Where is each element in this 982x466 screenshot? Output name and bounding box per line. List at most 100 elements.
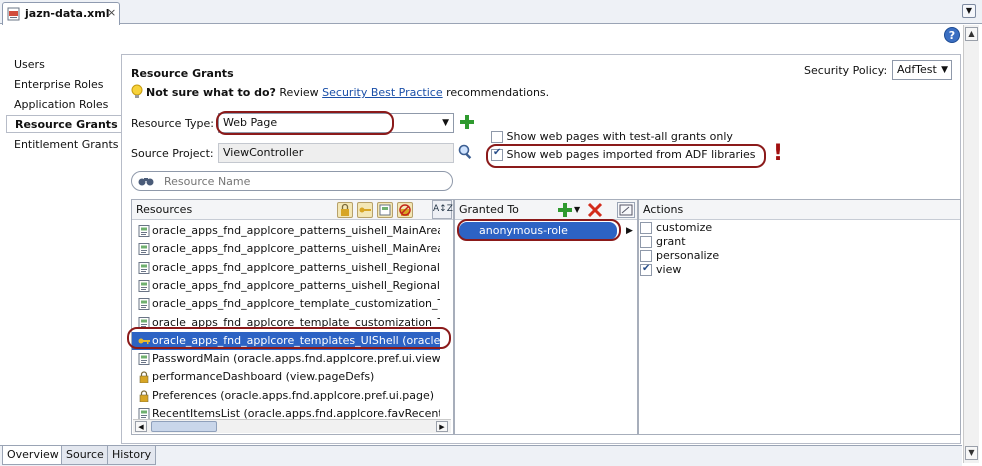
lock-icon	[138, 390, 150, 402]
resource-row[interactable]: oracle_apps_fnd_applcore_template_custom…	[132, 295, 440, 313]
page-icon	[138, 298, 150, 311]
scroll-thumb[interactable]	[151, 421, 217, 432]
selected-resource-highlight	[127, 327, 451, 349]
resource-row-label: Preferences (oracle.apps.fnd.applcore.pr…	[152, 388, 435, 402]
action-checkbox[interactable]	[640, 236, 652, 248]
editor-tab-jazn-data[interactable]: jazn-data.xml ×	[2, 2, 120, 25]
search-icon[interactable]	[458, 144, 474, 160]
scroll-down-icon[interactable]: ▼	[965, 446, 978, 460]
action-label: grant	[656, 235, 686, 248]
binoculars-icon	[138, 178, 154, 186]
resource-row-label: performanceDashboard (view.pageDefs)	[152, 370, 375, 384]
no-grant-filter-icon[interactable]	[397, 202, 413, 218]
security-best-practice-link[interactable]: Security Best Practice	[322, 86, 442, 99]
grantee-highlight	[457, 219, 621, 241]
action-row[interactable]: view	[639, 263, 939, 277]
security-policy-select[interactable]: AdfTest ▼	[892, 60, 952, 80]
actions-header: Actions	[639, 200, 960, 220]
resources-header-label: Resources	[136, 203, 193, 216]
nav-item-entitlement-grants[interactable]: Entitlement Grants	[6, 136, 122, 154]
lightbulb-icon	[131, 84, 143, 98]
xml-file-icon	[7, 7, 20, 21]
granted-to-header: Granted To ▼	[455, 200, 637, 220]
tab-list-menu-icon[interactable]: ▼	[962, 4, 976, 18]
source-project-label: Source Project:	[131, 147, 214, 160]
chevron-down-icon: ▼	[442, 118, 449, 128]
resource-row-label: oracle_apps_fnd_applcore_template_custom…	[152, 297, 440, 311]
resources-header: Resources	[132, 200, 453, 220]
nav-item-enterprise-roles[interactable]: Enterprise Roles	[6, 76, 122, 94]
page-icon	[138, 225, 150, 237]
remove-grantee-icon[interactable]	[587, 202, 603, 218]
help-bar	[0, 25, 962, 45]
resource-grants-content: Resource Grants Not sure what to do? Rev…	[121, 54, 961, 444]
tab-overview[interactable]: Overview	[2, 446, 64, 465]
editor-bottom-tabs: Overview Source History	[0, 445, 962, 466]
hint-bold: Not sure what to do?	[146, 86, 276, 99]
resource-row[interactable]: oracle_apps_fnd_applcore_patterns_uishel…	[132, 277, 440, 295]
resource-row[interactable]: oracle_apps_fnd_applcore_patterns_uishel…	[132, 240, 440, 258]
vertical-scrollbar[interactable]: ▲ ▼	[963, 25, 979, 463]
adf-libraries-highlight	[486, 144, 766, 168]
resource-row-label: oracle_apps_fnd_applcore_patterns_uishel…	[152, 278, 440, 292]
action-label: view	[656, 263, 682, 276]
granted-to-header-label: Granted To	[459, 203, 519, 216]
page-filter-icon[interactable]	[377, 202, 393, 218]
add-grantee-icon[interactable]	[557, 202, 573, 218]
resource-row-label: oracle_apps_fnd_applcore_patterns_uishel…	[152, 242, 440, 256]
action-row[interactable]: customize	[639, 221, 939, 235]
action-checkbox[interactable]	[640, 263, 652, 276]
scroll-right-icon[interactable]: ▶	[436, 421, 448, 432]
left-navigation: Users Enterprise Roles Application Roles…	[6, 52, 124, 444]
action-checkbox[interactable]	[640, 250, 652, 262]
test-all-grants-checkbox[interactable]	[491, 131, 503, 143]
actions-header-label: Actions	[643, 203, 684, 216]
action-label: customize	[656, 221, 713, 234]
action-row[interactable]: personalize	[639, 249, 939, 263]
security-policy-value: AdfTest	[897, 63, 937, 76]
resource-name-search[interactable]	[131, 171, 453, 191]
tab-history[interactable]: History	[107, 446, 157, 465]
chevron-down-icon[interactable]: ▼	[574, 200, 580, 220]
lock-icon	[138, 371, 150, 384]
editor-tab-label: jazn-data.xml	[25, 7, 110, 20]
resource-row[interactable]: performanceDashboard (view.pageDefs)	[132, 368, 440, 386]
resource-name-input[interactable]	[162, 173, 442, 189]
nav-item-users[interactable]: Users	[6, 56, 122, 74]
scroll-up-icon[interactable]: ▲	[965, 27, 978, 41]
resources-hscrollbar[interactable]: ◀ ▶	[133, 419, 451, 433]
sort-az-icon[interactable]: A↕Z	[432, 200, 453, 219]
resource-row-label: PasswordMain (oracle.apps.fnd.applcore.p…	[152, 352, 440, 366]
page-icon	[138, 353, 150, 366]
security-policy-label: Security Policy:	[804, 64, 888, 77]
resource-type-highlight	[216, 111, 394, 135]
help-icon[interactable]: ?	[944, 27, 960, 43]
test-all-grants-label: Show web pages with test-all grants only	[506, 130, 733, 143]
resource-row[interactable]: oracle_apps_fnd_applcore_patterns_uishel…	[132, 259, 440, 277]
expand-panel-icon[interactable]	[617, 202, 635, 218]
scroll-left-icon[interactable]: ◀	[135, 421, 147, 432]
source-project-field: ViewController	[218, 143, 454, 163]
resource-type-label: Resource Type:	[131, 117, 214, 130]
editor-tabstrip	[0, 0, 982, 24]
nav-item-application-roles[interactable]: Application Roles	[6, 96, 122, 114]
resource-row[interactable]: PasswordMain (oracle.apps.fnd.applcore.p…	[132, 350, 440, 368]
action-checkbox[interactable]	[640, 222, 652, 234]
test-all-grants-option[interactable]: Show web pages with test-all grants only	[491, 130, 733, 143]
lock-filter-icon[interactable]	[337, 202, 353, 218]
hint-post: recommendations.	[446, 86, 550, 99]
resource-row[interactable]: oracle_apps_fnd_applcore_patterns_uishel…	[132, 222, 440, 240]
page-icon	[138, 279, 150, 292]
page-title: Resource Grants	[131, 67, 234, 80]
add-resource-icon[interactable]	[459, 114, 475, 130]
chevron-right-icon: ▶	[626, 226, 633, 236]
resource-row-label: oracle_apps_fnd_applcore_patterns_uishel…	[152, 224, 440, 237]
nav-item-resource-grants[interactable]: Resource Grants	[6, 115, 124, 133]
hint-pre: Review	[279, 86, 319, 99]
key-filter-icon[interactable]	[357, 202, 373, 218]
tab-source[interactable]: Source	[61, 446, 109, 465]
close-tab-icon[interactable]: ×	[107, 6, 116, 19]
action-row[interactable]: grant	[639, 235, 939, 249]
page-icon	[138, 261, 150, 274]
resource-row[interactable]: Preferences (oracle.apps.fnd.applcore.pr…	[132, 387, 440, 405]
